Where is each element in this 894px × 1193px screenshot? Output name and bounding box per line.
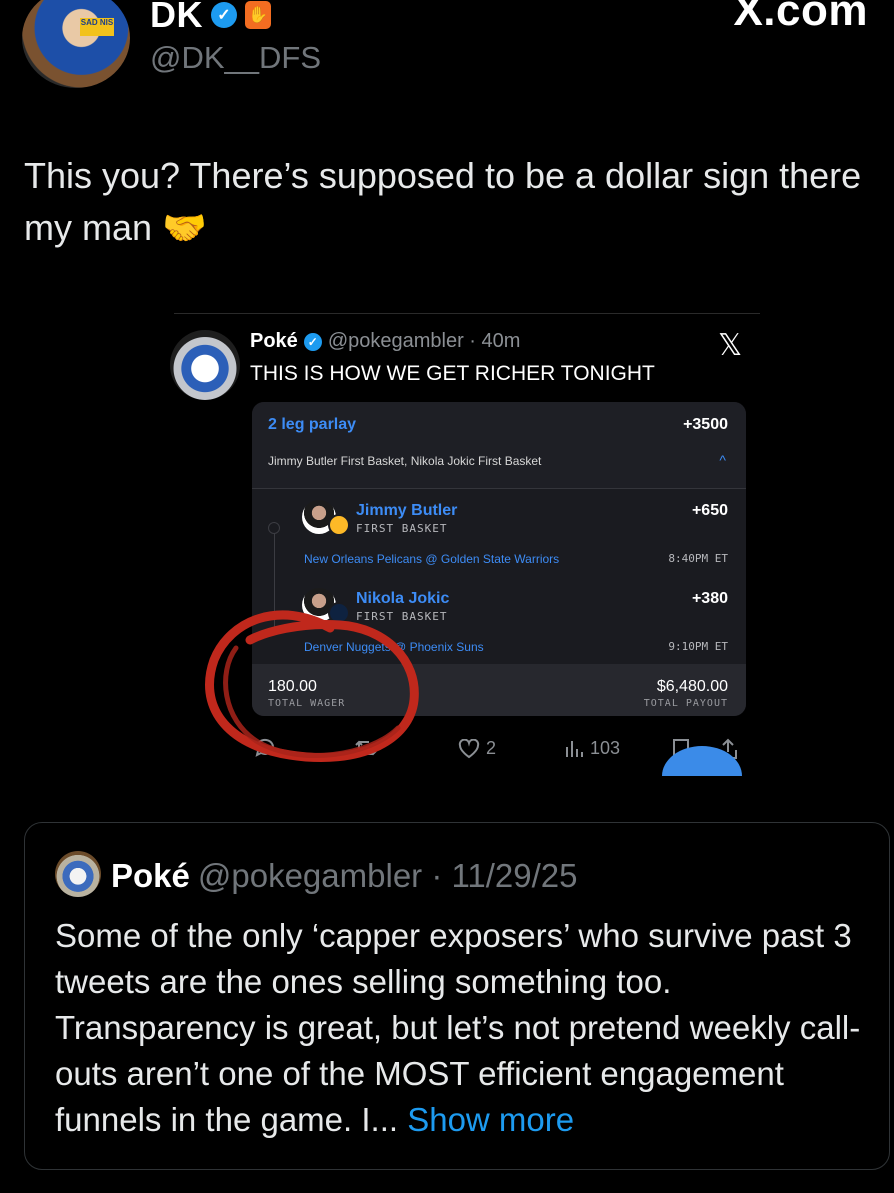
- quoted-avatar[interactable]: [55, 851, 101, 897]
- total-wager-value: 180.00: [268, 678, 317, 695]
- slip-odds: +3500: [683, 416, 728, 433]
- author-name[interactable]: DK: [150, 0, 203, 36]
- embedded-screenshot: Poké ✓ @pokegambler · 40m 𝕏 THIS IS HOW …: [150, 310, 770, 790]
- like-icon: 2: [458, 738, 496, 759]
- leg-odds: +380: [691, 590, 728, 607]
- leg-game: New Orleans Pelicans @ Golden State Warr…: [304, 552, 560, 566]
- leg-dot: [268, 522, 280, 534]
- embed-name-row: Poké ✓ @pokegambler · 40m: [250, 330, 520, 353]
- total-payout-label: TOTAL PAYOUT: [643, 698, 728, 709]
- leg-player-name: Jimmy Butler: [356, 502, 458, 519]
- reply-icon: [254, 738, 276, 758]
- leg-player-name: Nikola Jokic: [356, 590, 450, 607]
- tweet-text: This you? There’s supposed to be a dolla…: [24, 155, 862, 248]
- team-logo-icon: [328, 602, 350, 624]
- embed-avatar: [170, 330, 240, 400]
- author-name-row: DK ✓ ✋: [150, 0, 271, 36]
- avatar-shirt-graphic: SAD NIS: [80, 18, 114, 36]
- views-icon: 103: [564, 738, 620, 759]
- quoted-name-row: Poké @pokegambler · 11/29/25: [111, 857, 578, 895]
- verified-badge-icon: ✓: [211, 2, 237, 28]
- author-avatar[interactable]: SAD NIS: [22, 0, 130, 88]
- leg-time: 8:40PM ET: [668, 552, 728, 565]
- embed-text: THIS IS HOW WE GET RICHER TONIGHT: [250, 362, 655, 385]
- leg-odds: +650: [691, 502, 728, 519]
- author-handle[interactable]: @DK__DFS: [150, 40, 321, 76]
- team-logo-icon: [328, 514, 350, 536]
- leg-time: 9:10PM ET: [668, 640, 728, 653]
- quoted-tweet[interactable]: Poké @pokegambler · 11/29/25 Some of the…: [24, 822, 890, 1170]
- slip-divider: [252, 488, 746, 489]
- bet-slip: 2 leg parlay +3500 Jimmy Butler First Ba…: [252, 402, 746, 716]
- slip-summary: Jimmy Butler First Basket, Nikola Jokic …: [268, 454, 542, 468]
- quoted-handle[interactable]: @pokegambler · 11/29/25: [198, 857, 578, 895]
- repost-icon: [354, 738, 378, 758]
- leg-market: FIRST BASKET: [356, 522, 448, 535]
- quoted-text: Some of the only ‘capper exposers’ who s…: [55, 913, 875, 1143]
- x-com-watermark: X.com: [733, 0, 868, 35]
- like-count: 2: [486, 738, 497, 758]
- quoted-name[interactable]: Poké: [111, 857, 190, 895]
- total-payout-value: $6,480.00: [656, 678, 728, 695]
- view-count: 103: [590, 738, 621, 758]
- total-wager-label: TOTAL WAGER: [268, 698, 346, 709]
- overlay-blob: [662, 746, 742, 776]
- leg-connector: [274, 522, 275, 632]
- slip-header: [252, 402, 746, 488]
- leg-game: Denver Nuggets @ Phoenix Suns: [304, 640, 484, 654]
- show-more-link[interactable]: Show more: [407, 1101, 574, 1138]
- leg-market: FIRST BASKET: [356, 610, 448, 623]
- x-logo-icon: 𝕏: [718, 329, 743, 362]
- draftkings-logo-icon: ✋: [245, 1, 271, 29]
- slip-title: 2 leg parlay: [268, 416, 357, 433]
- embed-name: Poké: [250, 330, 298, 352]
- embed-handle: @pokegambler · 40m: [327, 330, 521, 352]
- chevron-up-icon: ^: [719, 452, 726, 468]
- divider: [174, 313, 760, 314]
- verified-badge-icon: ✓: [303, 332, 322, 351]
